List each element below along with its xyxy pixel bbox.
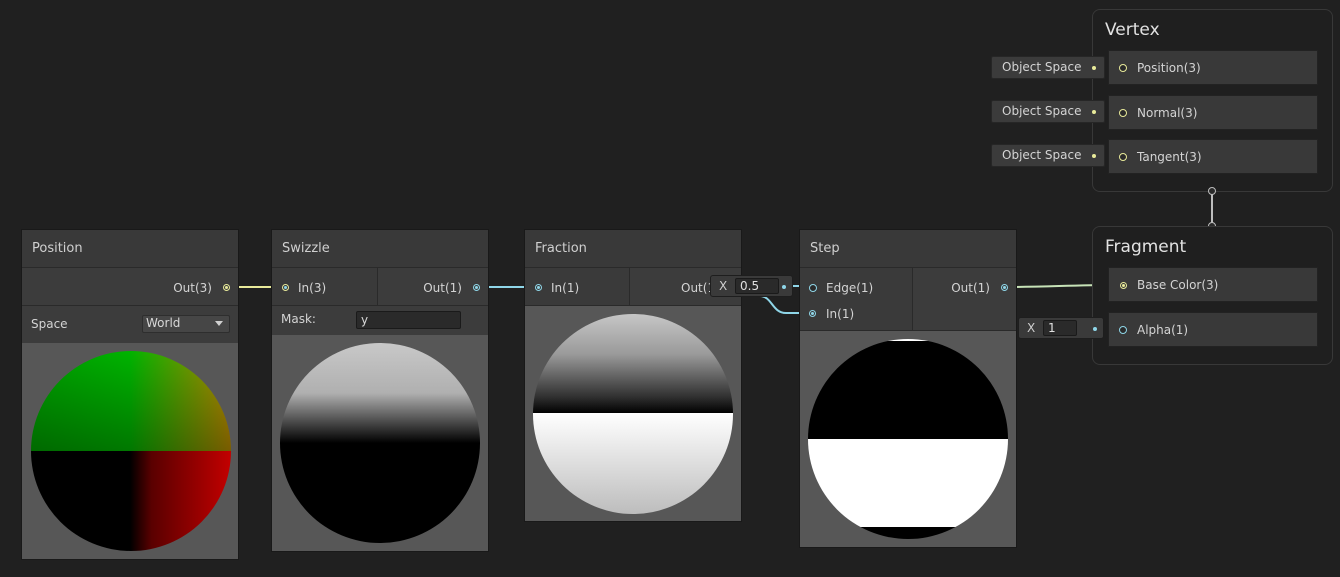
swizzle-out-label: Out(1)	[423, 281, 462, 295]
position-node-title[interactable]: Position	[22, 230, 238, 268]
vertex-normal-label: Normal(3)	[1137, 106, 1198, 120]
normal-space-label: Object Space	[1002, 104, 1082, 118]
step-node[interactable]: Step Edge(1) In(1) Out(1)	[799, 229, 1017, 548]
vertex-tangent-label: Tangent(3)	[1137, 150, 1202, 164]
step-in-label: In(1)	[826, 307, 855, 321]
vertex-slot-tangent[interactable]: Tangent(3)	[1108, 139, 1318, 174]
fragment-block[interactable]: Fragment Base Color(3) Alpha(1)	[1092, 226, 1333, 365]
chevron-down-icon	[215, 321, 223, 326]
fragment-title: Fragment	[1105, 237, 1187, 257]
alpha-default-field[interactable]: X 1	[1018, 317, 1104, 339]
step-edge-port[interactable]	[809, 284, 817, 292]
space-dropdown-value: World	[146, 316, 181, 330]
swizzle-in-label: In(3)	[298, 281, 327, 295]
fragment-alpha-port[interactable]	[1119, 326, 1127, 334]
vertex-block[interactable]: Vertex Position(3) Normal(3) Tangent(3)	[1092, 9, 1333, 192]
mask-label: Mask:	[281, 312, 316, 326]
step-edge-axis-label: X	[719, 279, 728, 293]
fraction-node[interactable]: Fraction In(1) Out(1)	[524, 229, 742, 522]
position-out-label: Out(3)	[173, 281, 212, 295]
vertex-position-port[interactable]	[1119, 64, 1127, 72]
step-node-title[interactable]: Step	[800, 230, 1016, 268]
vertex-slot-position[interactable]: Position(3)	[1108, 50, 1318, 85]
vertex-title: Vertex	[1105, 20, 1160, 40]
step-in-port[interactable]	[809, 310, 816, 317]
position-space-default[interactable]: Object Space	[991, 56, 1105, 79]
vertex-slot-normal[interactable]: Normal(3)	[1108, 95, 1318, 130]
alpha-axis-label: X	[1027, 321, 1036, 335]
fraction-node-title[interactable]: Fraction	[525, 230, 741, 268]
space-dropdown[interactable]: World	[142, 315, 230, 333]
swizzle-in-port[interactable]	[282, 284, 289, 291]
alpha-value-input[interactable]: 1	[1043, 320, 1077, 336]
vertex-tangent-port[interactable]	[1119, 153, 1127, 161]
space-label: Space	[31, 317, 68, 331]
swizzle-preview	[272, 335, 488, 551]
vertex-flow-port	[1208, 187, 1216, 195]
tangent-space-default[interactable]: Object Space	[991, 144, 1105, 167]
swizzle-node[interactable]: Swizzle In(3) Out(1) Mask: y	[271, 229, 489, 552]
position-node[interactable]: Position Out(3) Space World	[21, 229, 239, 560]
swizzle-node-title[interactable]: Swizzle	[272, 230, 488, 268]
mask-input[interactable]: y	[356, 311, 461, 329]
position-preview	[22, 343, 238, 559]
step-edge-label: Edge(1)	[826, 281, 874, 295]
step-edge-default-field[interactable]: X 0.5	[710, 275, 793, 297]
vertex-normal-port[interactable]	[1119, 109, 1127, 117]
fragment-alpha-label: Alpha(1)	[1137, 323, 1189, 337]
step-out-port[interactable]	[1001, 284, 1008, 291]
vertex-position-label: Position(3)	[1137, 61, 1201, 75]
normal-space-default[interactable]: Object Space	[991, 100, 1105, 123]
position-out-port[interactable]	[223, 284, 230, 291]
fraction-in-label: In(1)	[551, 281, 580, 295]
fragment-base-color-port[interactable]	[1120, 282, 1127, 289]
fraction-in-port[interactable]	[535, 284, 542, 291]
step-out-label: Out(1)	[951, 281, 990, 295]
fraction-preview	[525, 306, 741, 521]
fragment-base-color-label: Base Color(3)	[1137, 278, 1219, 292]
step-edge-value-input[interactable]: 0.5	[735, 278, 779, 294]
step-preview	[800, 331, 1016, 547]
swizzle-out-port[interactable]	[473, 284, 480, 291]
position-space-label: Object Space	[1002, 60, 1082, 74]
fragment-slot-base-color[interactable]: Base Color(3)	[1108, 267, 1318, 302]
tangent-space-label: Object Space	[1002, 148, 1082, 162]
fragment-slot-alpha[interactable]: Alpha(1)	[1108, 312, 1318, 347]
